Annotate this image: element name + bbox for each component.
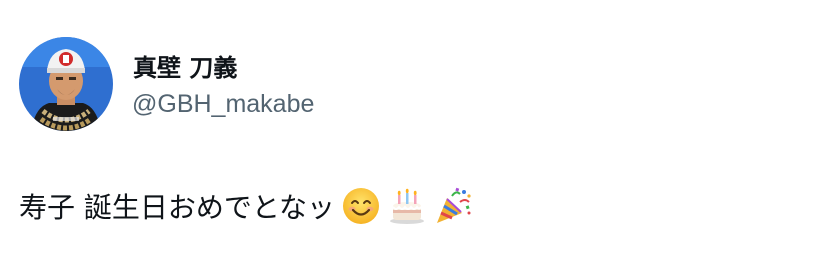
- party-popper-emoji: [433, 186, 473, 226]
- display-name[interactable]: 真壁 刀義: [133, 48, 237, 83]
- smiling-face-emoji: [341, 186, 381, 226]
- birthday-cake-emoji: [387, 186, 427, 226]
- tweet-text: 寿子 誕生日おめでとなッ: [19, 186, 473, 226]
- tweet-text-body: 寿子 誕生日おめでとなッ: [19, 191, 336, 224]
- user-handle[interactable]: @GBH_makabe: [132, 90, 314, 119]
- avatar[interactable]: [19, 37, 113, 131]
- tweet-card: 真壁 刀義 @GBH_makabe 寿子 誕生日おめでとなッ: [0, 0, 827, 275]
- avatar-image: [19, 37, 113, 131]
